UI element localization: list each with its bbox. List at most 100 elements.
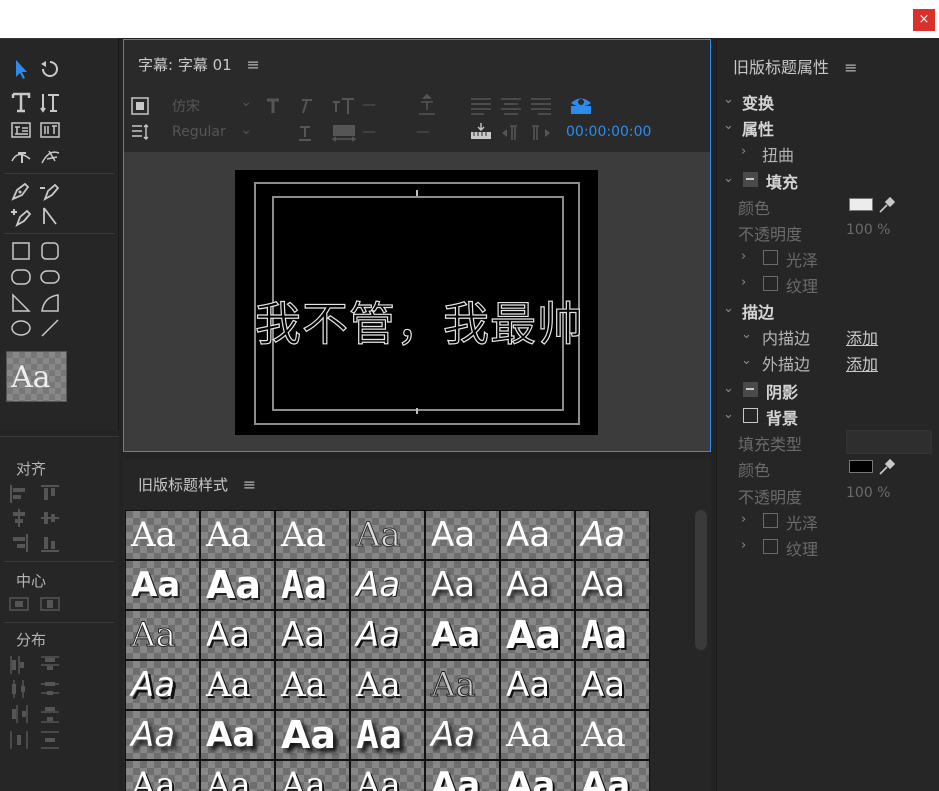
rotate-tool-icon[interactable]: [37, 57, 63, 81]
style-swatch[interactable]: Aa: [350, 610, 425, 660]
style-swatch[interactable]: Aa: [200, 710, 275, 760]
distribute-top-icon[interactable]: [40, 655, 60, 675]
timecode-display[interactable]: 00:00:00:00: [566, 124, 651, 140]
font-family-dropdown[interactable]: 仿宋: [172, 94, 252, 118]
pen-tool-icon[interactable]: [8, 179, 34, 203]
style-swatch[interactable]: Aa: [425, 510, 500, 560]
add-inner-stroke-link[interactable]: 添加: [846, 325, 878, 349]
texture-section[interactable]: › 纹理: [717, 272, 939, 296]
style-swatch[interactable]: Aa: [350, 760, 425, 791]
style-swatch[interactable]: Aa: [125, 710, 200, 760]
fill-type-dropdown[interactable]: [846, 430, 932, 454]
font-size-value[interactable]: —: [362, 97, 376, 113]
add-anchor-point-icon[interactable]: [8, 204, 34, 228]
align-left-text-icon[interactable]: [470, 96, 492, 116]
background-checkbox[interactable]: [743, 408, 758, 423]
bg-texture-section[interactable]: › 纹理: [717, 535, 939, 559]
hamburger-menu-icon[interactable]: ≡: [246, 55, 259, 74]
texture-checkbox[interactable]: [763, 276, 778, 291]
align-center-text-icon[interactable]: [500, 96, 522, 116]
style-swatch[interactable]: Aa: [500, 510, 575, 560]
distribute-bottom-icon[interactable]: [40, 704, 60, 724]
title-canvas[interactable]: 我不管，我最帅: [235, 170, 598, 435]
fill-checkbox[interactable]: [743, 172, 758, 187]
style-swatch[interactable]: Aa: [425, 560, 500, 610]
style-swatch[interactable]: Aa: [275, 610, 350, 660]
style-swatch[interactable]: Aa: [200, 660, 275, 710]
bg-color-swatch[interactable]: [849, 460, 873, 473]
align-top-icon[interactable]: [40, 484, 60, 504]
style-swatch[interactable]: Aa: [575, 660, 650, 710]
font-style-dropdown[interactable]: Regular: [172, 122, 252, 146]
align-bottom-icon[interactable]: [40, 533, 60, 553]
hamburger-menu-icon[interactable]: ≡: [844, 58, 857, 77]
close-button[interactable]: ×: [913, 9, 935, 31]
tab-alignment-icon[interactable]: [470, 122, 492, 142]
fill-opacity-value[interactable]: 100 %: [846, 222, 890, 238]
delete-anchor-point-icon[interactable]: [37, 179, 63, 203]
style-swatch[interactable]: Aa: [275, 660, 350, 710]
distribute-left-icon[interactable]: [9, 655, 29, 675]
vertical-path-type-tool-icon[interactable]: [37, 144, 63, 168]
style-swatch[interactable]: Aa: [575, 710, 650, 760]
bg-sheen-checkbox[interactable]: [763, 513, 778, 528]
rounded-rectangle-tool-icon[interactable]: [37, 239, 63, 263]
align-horizontal-center-icon[interactable]: [9, 508, 29, 528]
center-horizontal-icon[interactable]: [9, 594, 29, 614]
outer-stroke-row[interactable]: ⌄ 外描边 添加: [717, 350, 939, 374]
bg-sheen-section[interactable]: › 光泽: [717, 509, 939, 533]
ellipse-tool-icon[interactable]: [8, 316, 34, 340]
vertical-area-type-tool-icon[interactable]: [37, 118, 63, 142]
style-swatch[interactable]: Aa: [125, 660, 200, 710]
bg-opacity-value[interactable]: 100 %: [846, 485, 890, 501]
style-swatch[interactable]: Aa: [500, 660, 575, 710]
vertical-type-tool-icon[interactable]: [37, 90, 63, 114]
style-swatch[interactable]: Aa: [350, 510, 425, 560]
style-swatch[interactable]: Aa: [425, 760, 500, 791]
roll-crawl-left-icon[interactable]: [500, 123, 522, 143]
style-swatch[interactable]: Aa: [275, 560, 350, 610]
distribute-center-vertical-icon[interactable]: [40, 679, 60, 699]
style-swatch[interactable]: Aa: [200, 760, 275, 791]
line-tool-icon[interactable]: [37, 316, 63, 340]
kerning-value[interactable]: —: [362, 124, 376, 140]
eyedropper-icon[interactable]: [878, 196, 896, 214]
style-swatch[interactable]: Aa: [350, 660, 425, 710]
background-section[interactable]: ⌄ 背景: [717, 404, 939, 428]
font-size-icon[interactable]: [332, 96, 356, 116]
rounded-corner-rectangle-icon[interactable]: [37, 265, 63, 289]
style-swatch[interactable]: Aa: [575, 610, 650, 660]
type-tool-icon[interactable]: [8, 90, 34, 114]
style-swatch[interactable]: Aa: [200, 560, 275, 610]
shadow-checkbox[interactable]: [743, 382, 758, 397]
bg-texture-checkbox[interactable]: [763, 539, 778, 554]
bold-icon[interactable]: [264, 97, 282, 115]
sheen-section[interactable]: › 光泽: [717, 246, 939, 270]
styles-scrollbar[interactable]: [695, 510, 707, 650]
style-swatch[interactable]: Aa: [500, 760, 575, 791]
eyedropper-icon[interactable]: [878, 458, 896, 476]
distribute-center-horizontal-icon[interactable]: [9, 679, 29, 699]
style-swatch[interactable]: Aa: [500, 710, 575, 760]
hamburger-menu-icon[interactable]: ≡: [243, 475, 256, 494]
style-swatch[interactable]: Aa: [425, 710, 500, 760]
center-vertical-icon[interactable]: [40, 594, 60, 614]
style-swatch[interactable]: Aa: [425, 660, 500, 710]
path-type-tool-icon[interactable]: [8, 144, 34, 168]
distribute-right-icon[interactable]: [9, 704, 29, 724]
selection-tool-icon[interactable]: [8, 57, 34, 81]
style-swatch[interactable]: Aa: [575, 560, 650, 610]
shadow-section[interactable]: ⌄ 阴影: [717, 378, 939, 402]
kerning-icon[interactable]: [332, 123, 356, 143]
align-vertical-center-icon[interactable]: [40, 508, 60, 528]
wedge-tool-icon[interactable]: [8, 291, 34, 315]
style-swatch[interactable]: Aa: [275, 510, 350, 560]
italic-icon[interactable]: [296, 97, 314, 115]
distort-section[interactable]: › 扭曲: [717, 141, 939, 165]
align-right-text-icon[interactable]: [530, 96, 552, 116]
show-background-video-icon[interactable]: [569, 94, 593, 116]
style-swatch[interactable]: Aa: [575, 510, 650, 560]
background-video-icon[interactable]: [130, 96, 150, 116]
distribute-vertical-even-icon[interactable]: [40, 730, 60, 750]
distribute-horizontal-even-icon[interactable]: [9, 730, 29, 750]
